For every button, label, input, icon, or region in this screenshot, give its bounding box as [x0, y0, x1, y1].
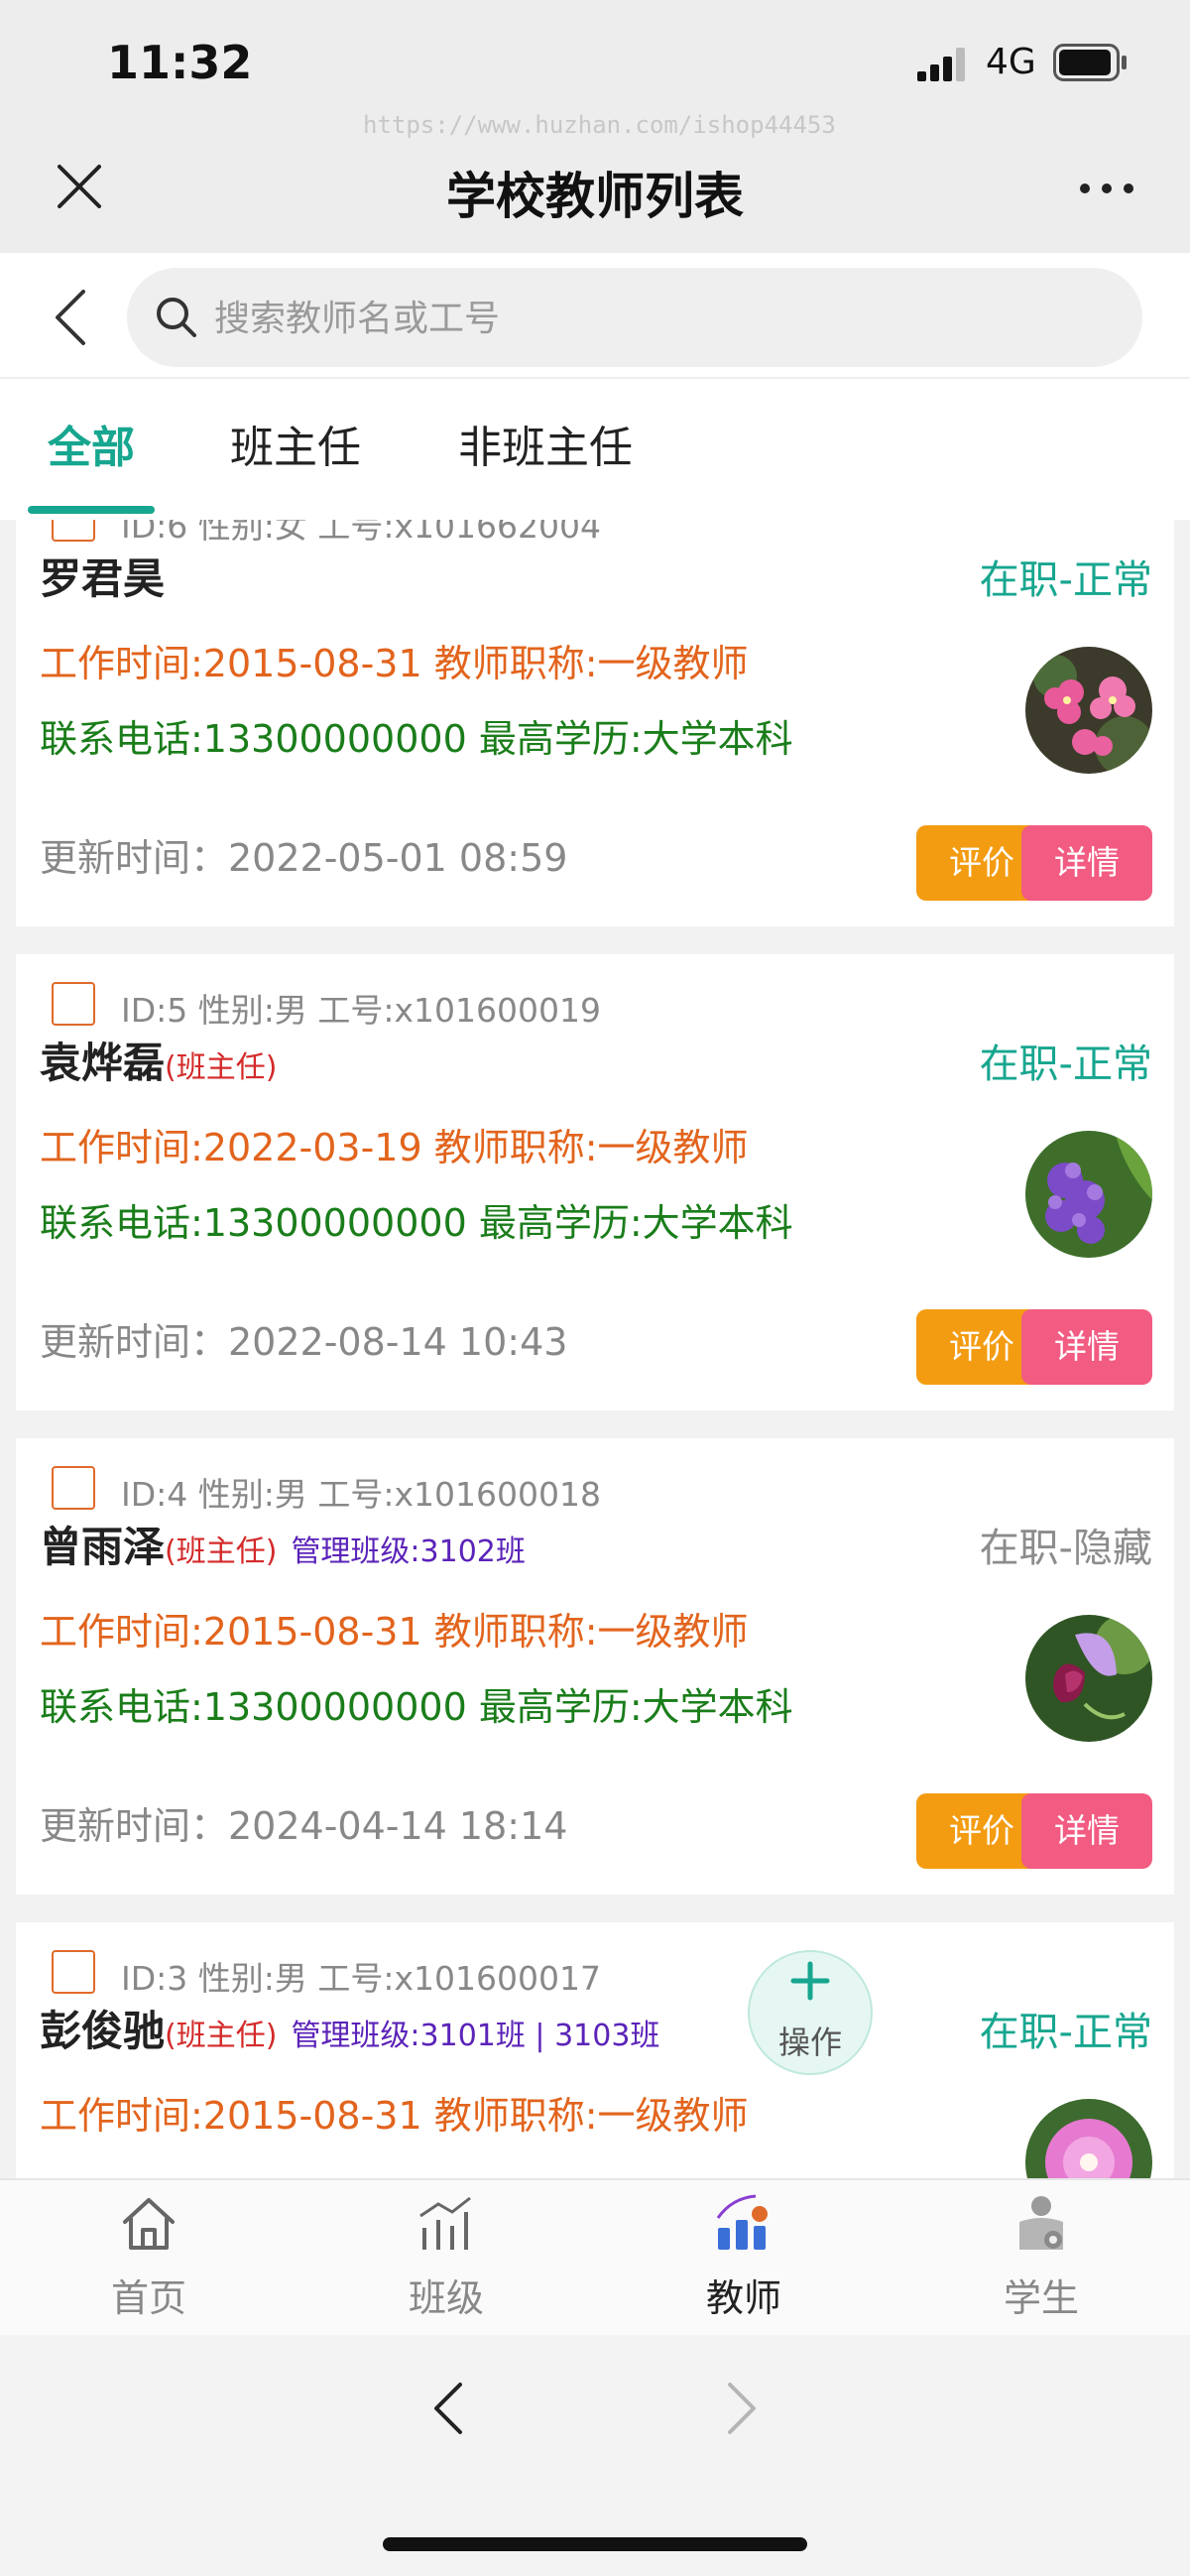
status-badge: 在职-正常 — [979, 2010, 1152, 2055]
teacher-name: 罗君昊 — [40, 546, 165, 606]
updated-time: 更新时间：2024-04-14 18:14 — [40, 1804, 568, 1848]
status-badge: 在职-正常 — [979, 557, 1152, 603]
fab-label: 操作 — [777, 2024, 842, 2061]
teacher-meta: ID:6 性别:女 工号:x101662004 — [121, 520, 601, 546]
tab-all[interactable]: 全部 — [48, 412, 135, 475]
managed-class: 管理班级:3101班 | 3103班 — [291, 2019, 660, 2053]
teacher-name-text: 袁烨磊 — [40, 1039, 166, 1087]
teacher-card[interactable]: ID:6 性别:女 工号:x101662004 罗君昊 在职-正常 工作时间:2… — [16, 520, 1174, 926]
back-chevron-icon[interactable] — [50, 286, 93, 349]
teacher-name-text: 罗君昊 — [40, 554, 166, 603]
details-button[interactable]: 详情 — [1021, 825, 1152, 901]
details-button[interactable]: 详情 — [1021, 1309, 1152, 1385]
nav-label: 首页 — [110, 2276, 186, 2320]
student-icon — [1019, 2196, 1063, 2250]
nav-label: 学生 — [1003, 2276, 1079, 2320]
browser-back-icon[interactable] — [428, 2377, 468, 2440]
teacher-meta: ID:4 性别:男 工号:x101600018 — [121, 1475, 601, 1514]
cellular-signal-icon — [917, 48, 965, 81]
teacher-card[interactable]: ID:4 性别:男 工号:x101600018 曾雨泽(班主任) 管理班级:310… — [16, 1438, 1174, 1895]
contact-info: 联系电话:13300000000 最高学历:大学本科 — [40, 1685, 793, 1729]
teacher-name: 袁烨磊(班主任) — [40, 1030, 277, 1090]
tab-homeroom-teachers[interactable]: 班主任 — [230, 412, 361, 475]
watermark-text: https://www.huzhan.com/ishop44453 — [363, 111, 836, 139]
select-checkbox[interactable] — [52, 520, 95, 542]
updated-time: 更新时间：2022-05-01 08:59 — [40, 836, 568, 880]
teacher-avatar[interactable] — [1025, 2099, 1152, 2178]
search-input[interactable] — [212, 282, 1109, 355]
teacher-meta: ID:5 性别:男 工号:x101600019 — [121, 991, 601, 1030]
homeroom-tag: (班主任) — [165, 1534, 278, 1569]
teacher-avatar[interactable] — [1025, 1615, 1152, 1742]
network-type: 4G — [986, 42, 1036, 82]
page-title: 学校教师列表 — [446, 168, 744, 225]
homeroom-tag: (班主任) — [165, 1050, 278, 1085]
work-info: 工作时间:2015-08-31 教师职称:一级教师 — [40, 1610, 749, 1654]
teacher-name: 曾雨泽(班主任) 管理班级:3102班 — [40, 1514, 526, 1574]
browser-forward-icon[interactable] — [722, 2377, 762, 2440]
status-badge: 在职-隐藏 — [979, 1526, 1152, 1571]
updated-time: 更新时间：2022-08-14 10:43 — [40, 1320, 568, 1364]
nav-teachers[interactable]: 教师 — [664, 2192, 823, 2322]
nav-label: 教师 — [705, 2276, 781, 2320]
home-icon — [123, 2198, 175, 2250]
teacher-avatar[interactable] — [1025, 647, 1152, 774]
search-icon — [157, 298, 196, 337]
teacher-list[interactable]: ID:6 性别:女 工号:x101662004 罗君昊 在职-正常 工作时间:2… — [0, 520, 1190, 2178]
contact-info: 联系电话:13300000000 最高学历:大学本科 — [40, 717, 793, 761]
nav-label: 班级 — [408, 2276, 484, 2320]
details-button[interactable]: 详情 — [1021, 1793, 1152, 1869]
select-checkbox[interactable] — [52, 982, 95, 1026]
teacher-card[interactable]: ID:3 性别:男 工号:x101600017 彭俊驰(班主任) 管理班级:310… — [16, 1922, 1174, 2178]
bar-chart-icon — [419, 2196, 471, 2250]
nav-students[interactable]: 学生 — [962, 2192, 1121, 2322]
teacher-card[interactable]: ID:5 性别:男 工号:x101600019 袁烨磊(班主任) 在职-正常 工… — [16, 954, 1174, 1411]
managed-class: 管理班级:3102班 — [291, 1534, 526, 1569]
work-info: 工作时间:2022-03-19 教师职称:一级教师 — [40, 1126, 749, 1169]
more-options-button[interactable] — [1079, 179, 1134, 198]
teacher-avatar[interactable] — [1025, 1131, 1152, 1258]
status-time: 11:32 — [107, 36, 253, 89]
homeroom-tag: (班主任) — [165, 2019, 278, 2053]
teacher-name: 彭俊驰(班主任) 管理班级:3101班 | 3103班 — [40, 1998, 659, 2058]
battery-icon — [1053, 44, 1127, 81]
work-info: 工作时间:2015-08-31 教师职称:一级教师 — [40, 642, 749, 685]
contact-info: 联系电话:13300000000 最高学历:大学本科 — [40, 1201, 793, 1245]
plus-icon — [790, 1961, 830, 2001]
work-info: 工作时间:2015-08-31 教师职称:一级教师 — [40, 2094, 749, 2138]
nav-classes[interactable]: 班级 — [367, 2192, 526, 2322]
home-indicator[interactable] — [383, 2537, 807, 2551]
teacher-name-text: 曾雨泽 — [40, 1523, 166, 1571]
active-tab-indicator — [28, 506, 155, 514]
tab-non-homeroom-teachers[interactable]: 非班主任 — [458, 412, 633, 475]
select-checkbox[interactable] — [52, 1950, 95, 1994]
nav-home[interactable]: 首页 — [69, 2192, 228, 2322]
teacher-meta: ID:3 性别:男 工号:x101600017 — [121, 1959, 601, 1998]
select-checkbox[interactable] — [52, 1466, 95, 1510]
teacher-icon — [716, 2194, 768, 2250]
teacher-name-text: 彭俊驰 — [40, 2007, 166, 2055]
status-badge: 在职-正常 — [979, 1042, 1152, 1087]
